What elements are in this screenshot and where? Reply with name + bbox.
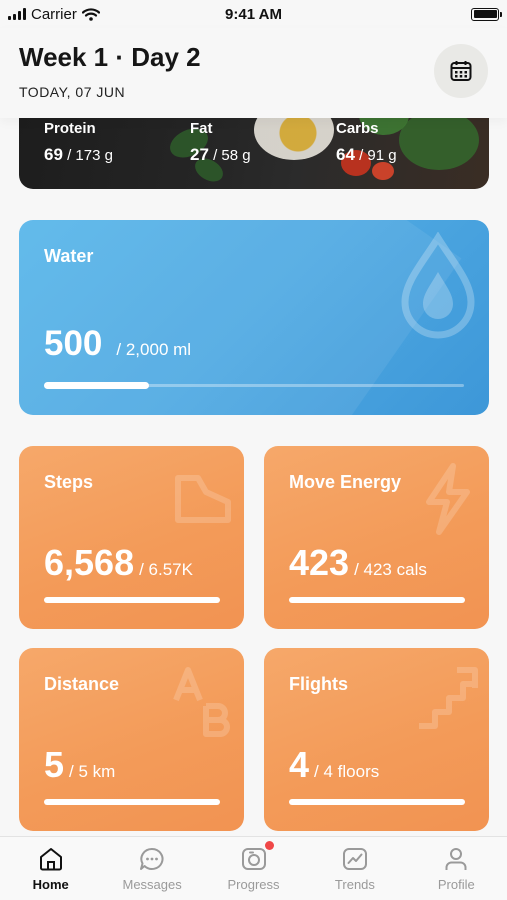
distance-target: / 5 km: [69, 762, 116, 781]
macro-label: Protein: [44, 120, 96, 137]
tab-messages[interactable]: Messages: [101, 837, 202, 900]
move-energy-progress-bar: [289, 597, 465, 603]
tab-label: Trends: [334, 877, 375, 892]
lightning-icon: [426, 463, 470, 535]
water-value: 500: [44, 324, 103, 363]
macro-label: Carbs: [336, 120, 379, 137]
macro-target: / 58 g: [208, 147, 251, 164]
steps-target: / 6.57K: [139, 560, 193, 579]
flights-target: / 4 floors: [314, 762, 380, 781]
macro-protein: Protein 69 / 173 g: [44, 120, 113, 165]
status-bar: Carrier 9:41 AM: [0, 0, 507, 28]
stairs-icon: [419, 667, 478, 729]
water-drop-icon: [401, 232, 475, 339]
battery-icon: [471, 7, 502, 21]
clock: 9:41 AM: [225, 5, 282, 23]
move-energy-card[interactable]: Move Energy 423 / 423 cals: [264, 446, 489, 629]
tab-home[interactable]: Home: [0, 837, 101, 900]
move-energy-target: / 423 cals: [354, 560, 427, 579]
water-target: / 2,000 ml: [116, 340, 192, 359]
tab-bar: Home Messages Progress Trends Profile: [0, 836, 507, 900]
flights-progress-bar: [289, 799, 465, 805]
macro-value: 64: [336, 145, 355, 164]
macro-target: / 173 g: [62, 147, 113, 164]
macro-target: / 91 g: [354, 147, 397, 164]
tab-trends[interactable]: Trends: [304, 837, 405, 900]
move-energy-label: Move Energy: [289, 472, 402, 492]
tab-label: Messages: [122, 877, 182, 892]
home-icon: [39, 848, 62, 871]
leaf-decoration: [399, 110, 479, 170]
flights-value: 4: [289, 744, 310, 785]
steps-value: 6,568: [44, 542, 135, 583]
flights-label: Flights: [289, 674, 348, 694]
macro-fat: Fat 27 / 58 g: [190, 120, 251, 165]
notification-badge: [264, 841, 274, 850]
water-progress-fill: [44, 382, 149, 389]
steps-progress-bar: [44, 597, 220, 603]
macro-carbs: Carbs 64 / 91 g: [336, 120, 397, 165]
signal-icon: [8, 8, 26, 20]
tab-label: Progress: [227, 877, 280, 892]
dashboard-content[interactable]: Protein 69 / 173 g Fat 27 / 58 g Carbs 6…: [0, 0, 507, 836]
tab-label: Home: [32, 877, 69, 892]
shoe-icon: [175, 475, 231, 523]
move-energy-value: 423: [289, 542, 350, 583]
carrier-label: Carrier: [31, 5, 77, 23]
steps-label: Steps: [44, 472, 94, 492]
water-card[interactable]: Water 500 / 2,000 ml: [19, 220, 489, 415]
trend-icon: [342, 848, 367, 870]
water-progress-track: [44, 382, 464, 389]
page-date: TODAY, 07 JUN: [19, 84, 126, 100]
page-header: Week 1 · Day 2 TODAY, 07 JUN: [0, 28, 507, 118]
macro-value: 27: [190, 145, 209, 164]
wifi-icon: [81, 7, 100, 21]
profile-icon: [445, 848, 467, 870]
macro-value: 69: [44, 145, 63, 164]
distance-label: Distance: [44, 674, 120, 694]
tab-profile[interactable]: Profile: [406, 837, 507, 900]
camera-icon: [241, 848, 266, 870]
distance-progress-bar: [44, 799, 220, 805]
distance-value: 5: [44, 744, 65, 785]
calendar-button[interactable]: [434, 44, 488, 98]
chat-icon: [140, 847, 164, 870]
flights-card[interactable]: Flights 4 / 4 floors: [264, 648, 489, 831]
a-to-b-icon: [173, 667, 230, 737]
page-title: Week 1 · Day 2: [19, 42, 201, 72]
tab-label: Profile: [437, 877, 475, 892]
macro-label: Fat: [190, 120, 213, 137]
calendar-icon: [450, 61, 472, 81]
tab-progress[interactable]: Progress: [203, 837, 304, 900]
steps-card[interactable]: Steps 6,568 / 6.57K: [19, 446, 244, 629]
distance-card[interactable]: Distance 5 / 5 km: [19, 648, 244, 831]
water-label: Water: [44, 246, 94, 266]
